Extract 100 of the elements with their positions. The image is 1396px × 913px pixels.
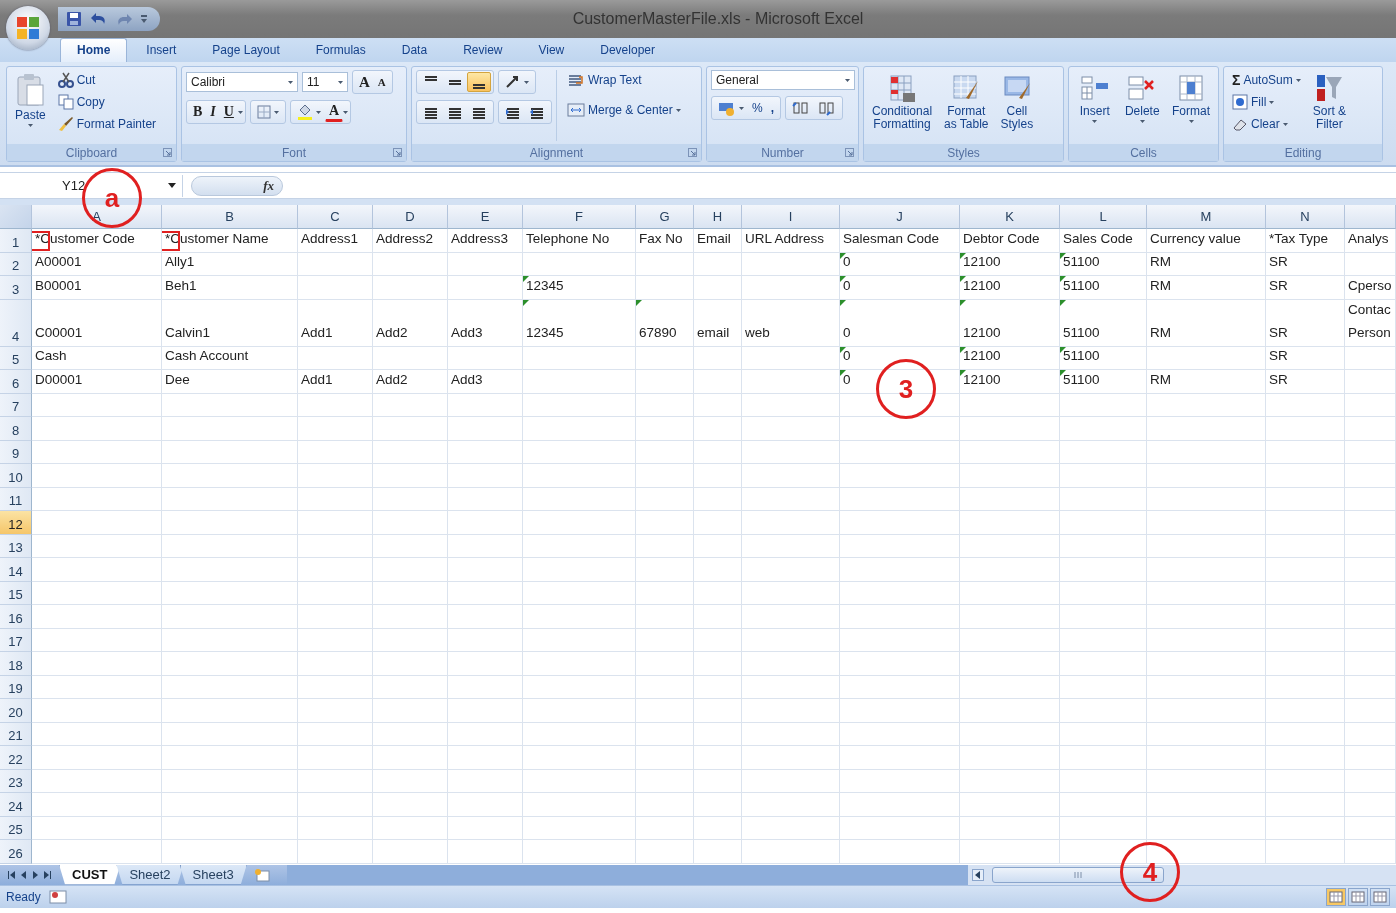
grid-cell[interactable] (32, 628, 162, 652)
view-button[interactable] (1370, 887, 1390, 906)
grid-cell[interactable] (523, 346, 636, 370)
grid-cell[interactable] (1060, 769, 1147, 793)
row-header[interactable]: 9 (0, 440, 32, 464)
grid-cell[interactable] (1147, 346, 1266, 370)
grid-cell[interactable] (1266, 464, 1345, 488)
vertical-align-button[interactable] (467, 72, 491, 92)
row-header[interactable]: 14 (0, 558, 32, 582)
grid-cell[interactable] (694, 793, 742, 817)
grid-cell[interactable] (742, 417, 840, 441)
grid-cell[interactable] (742, 675, 840, 699)
grid-cell[interactable] (742, 370, 840, 394)
font-name-dropdown[interactable]: Calibri (186, 72, 298, 92)
grid-cell[interactable] (448, 840, 523, 864)
cells-button[interactable]: Format (1168, 70, 1214, 141)
grid-cell[interactable] (1345, 816, 1396, 840)
grid-cell[interactable] (373, 722, 448, 746)
grid-cell[interactable] (1266, 417, 1345, 441)
grid-cell[interactable] (694, 440, 742, 464)
row-header[interactable]: 2 (0, 252, 32, 276)
grid-cell[interactable] (694, 722, 742, 746)
grid-cell[interactable] (448, 816, 523, 840)
grid-cell[interactable] (694, 769, 742, 793)
grid-cell[interactable] (523, 793, 636, 817)
grid-cell[interactable] (840, 652, 960, 676)
column-header[interactable]: I (742, 205, 840, 229)
grid-cell[interactable] (162, 840, 298, 864)
grid-cell[interactable] (32, 605, 162, 629)
grid-cell[interactable] (1345, 652, 1396, 676)
grid-cell[interactable] (840, 511, 960, 535)
grid-cell[interactable] (742, 487, 840, 511)
grid-cell[interactable] (162, 769, 298, 793)
grid-cell[interactable] (1147, 628, 1266, 652)
grid-cell[interactable] (1345, 628, 1396, 652)
cells-button[interactable]: Insert (1073, 70, 1117, 141)
grid-cell[interactable] (694, 346, 742, 370)
grid-cell[interactable] (960, 440, 1060, 464)
grid-cell[interactable] (523, 581, 636, 605)
grid-cell[interactable] (1345, 840, 1396, 864)
grid-cell[interactable] (298, 393, 373, 417)
grid-cell[interactable] (840, 581, 960, 605)
bold-button[interactable]: B (189, 102, 207, 122)
grid-cell[interactable] (636, 487, 694, 511)
grid-cell[interactable] (742, 558, 840, 582)
grid-cell[interactable] (523, 534, 636, 558)
row-header[interactable]: 17 (0, 628, 32, 652)
grid-cell[interactable] (1060, 746, 1147, 770)
grid-cell[interactable] (694, 276, 742, 300)
grid-cell[interactable] (162, 487, 298, 511)
grid-cell[interactable] (162, 722, 298, 746)
grid-cell[interactable] (1060, 464, 1147, 488)
grid-cell[interactable] (1266, 722, 1345, 746)
merge-center-button[interactable]: Merge & Center (563, 100, 685, 120)
grid-cell[interactable] (960, 769, 1060, 793)
grid-cell[interactable] (373, 746, 448, 770)
grid-cell[interactable] (373, 675, 448, 699)
number-format-dropdown[interactable]: General (711, 70, 855, 90)
grid-cell[interactable] (1147, 511, 1266, 535)
sort-filter-button[interactable]: Sort & Filter (1308, 70, 1351, 141)
grid-cell[interactable] (636, 675, 694, 699)
grid-cell[interactable] (1060, 652, 1147, 676)
grid-cell[interactable] (694, 252, 742, 276)
grid-cell[interactable] (840, 605, 960, 629)
grid-cell[interactable] (1266, 605, 1345, 629)
row-header[interactable]: 12 (0, 511, 32, 535)
grid-cell[interactable] (373, 793, 448, 817)
grid-cell[interactable] (694, 417, 742, 441)
grid-cell[interactable] (694, 746, 742, 770)
grid-cell[interactable] (1266, 840, 1345, 864)
grid-cell[interactable] (373, 276, 448, 300)
grid-cell[interactable] (523, 769, 636, 793)
grid-cell[interactable] (298, 840, 373, 864)
cells-button[interactable]: Delete (1120, 70, 1164, 141)
grid-cell[interactable] (1345, 511, 1396, 535)
grid-cell[interactable] (840, 840, 960, 864)
grid-cell[interactable] (448, 534, 523, 558)
column-header[interactable] (1345, 205, 1396, 229)
grid-cell[interactable] (298, 816, 373, 840)
grid-cell[interactable] (694, 558, 742, 582)
grid-cell[interactable] (840, 558, 960, 582)
grid-cell[interactable] (840, 722, 960, 746)
ribbon-tab[interactable]: Data (384, 38, 445, 62)
sheet-tab[interactable]: CUST (59, 864, 121, 885)
grid-cell[interactable] (448, 346, 523, 370)
grid-cell[interactable] (1345, 534, 1396, 558)
grid-cell[interactable] (1060, 487, 1147, 511)
grid-cell[interactable] (636, 534, 694, 558)
grid-cell[interactable] (298, 417, 373, 441)
grid-cell[interactable] (742, 605, 840, 629)
fill-button[interactable]: Fill (1228, 92, 1305, 112)
grid-cell[interactable] (298, 464, 373, 488)
grid-cell[interactable] (636, 699, 694, 723)
grid-cell[interactable] (1147, 652, 1266, 676)
grid-cell[interactable] (742, 511, 840, 535)
grid-cell[interactable] (1266, 628, 1345, 652)
row-header[interactable]: 1 (0, 229, 32, 253)
grid-cell[interactable] (448, 699, 523, 723)
percent-button[interactable]: % (748, 98, 767, 118)
grid-cell[interactable] (960, 816, 1060, 840)
